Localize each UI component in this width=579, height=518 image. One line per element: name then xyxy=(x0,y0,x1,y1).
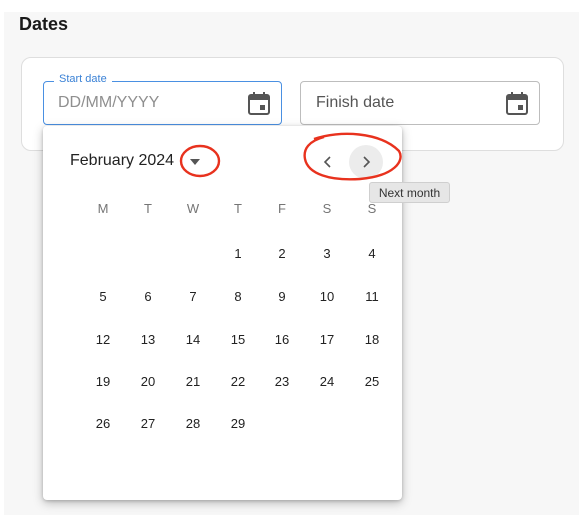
start-date-placeholder: DD/MM/YYYY xyxy=(58,94,160,111)
calendar-day[interactable]: 7 xyxy=(176,282,210,312)
weekday-label: S xyxy=(367,201,377,216)
calendar-day[interactable]: 11 xyxy=(355,282,389,312)
chevron-right-icon xyxy=(363,156,371,168)
calendar-day[interactable]: 23 xyxy=(265,367,299,397)
weekday-label: S xyxy=(322,201,332,216)
weekday-label: F xyxy=(278,201,286,216)
calendar-day[interactable]: 6 xyxy=(131,282,165,312)
calendar-day[interactable]: 24 xyxy=(310,367,344,397)
calendar-day[interactable]: 21 xyxy=(176,367,210,397)
calendar-icon[interactable] xyxy=(506,91,528,115)
next-month-button[interactable] xyxy=(349,145,383,179)
calendar-day[interactable]: 3 xyxy=(310,239,344,269)
calendar-day[interactable]: 19 xyxy=(86,367,120,397)
calendar-day[interactable]: 16 xyxy=(265,325,299,355)
start-date-legend: Start date xyxy=(54,73,112,85)
month-year-dropdown-button[interactable] xyxy=(183,151,207,173)
calendar-day[interactable]: 5 xyxy=(86,282,120,312)
weekday-label: M xyxy=(97,201,109,216)
weekday-label: T xyxy=(234,201,242,216)
calendar-day[interactable]: 26 xyxy=(86,409,120,439)
finish-date-placeholder: Finish date xyxy=(316,94,395,111)
calendar-day[interactable]: 18 xyxy=(355,325,389,355)
weekday-label: T xyxy=(144,201,152,216)
next-month-tooltip: Next month xyxy=(369,182,450,203)
calendar-day[interactable]: 15 xyxy=(221,325,255,355)
calendar-day[interactable]: 10 xyxy=(310,282,344,312)
calendar-day[interactable]: 8 xyxy=(221,282,255,312)
calendar-day[interactable]: 27 xyxy=(131,409,165,439)
calendar-day[interactable]: 1 xyxy=(221,239,255,269)
calendar-day[interactable]: 12 xyxy=(86,325,120,355)
caret-down-icon xyxy=(190,159,200,165)
calendar-day[interactable]: 9 xyxy=(265,282,299,312)
month-label: February 2024 xyxy=(70,152,175,169)
finish-date-field[interactable]: Finish date xyxy=(300,81,540,125)
start-date-field[interactable]: Start date DD/MM/YYYY xyxy=(43,73,282,125)
previous-month-button[interactable] xyxy=(311,145,345,179)
calendar-day[interactable]: 29 xyxy=(221,409,255,439)
calendar-day[interactable]: 13 xyxy=(131,325,165,355)
section-title: Dates xyxy=(19,14,69,34)
calendar-icon[interactable] xyxy=(248,91,270,115)
date-picker-popup: February 2024 MTWTFSS 1 2 3 4 5 6 7 8 9 10 11 12 13 1… xyxy=(43,126,402,500)
calendar-day[interactable]: 25 xyxy=(355,367,389,397)
calendar-day[interactable]: 14 xyxy=(176,325,210,355)
calendar-day[interactable]: 2 xyxy=(265,239,299,269)
calendar-day[interactable]: 20 xyxy=(131,367,165,397)
calendar-day[interactable]: 4 xyxy=(355,239,389,269)
calendar-day[interactable]: 22 xyxy=(221,367,255,397)
calendar-day[interactable]: 28 xyxy=(176,409,210,439)
chevron-left-icon xyxy=(323,156,331,168)
weekday-label: W xyxy=(186,201,200,216)
calendar-day[interactable]: 17 xyxy=(310,325,344,355)
